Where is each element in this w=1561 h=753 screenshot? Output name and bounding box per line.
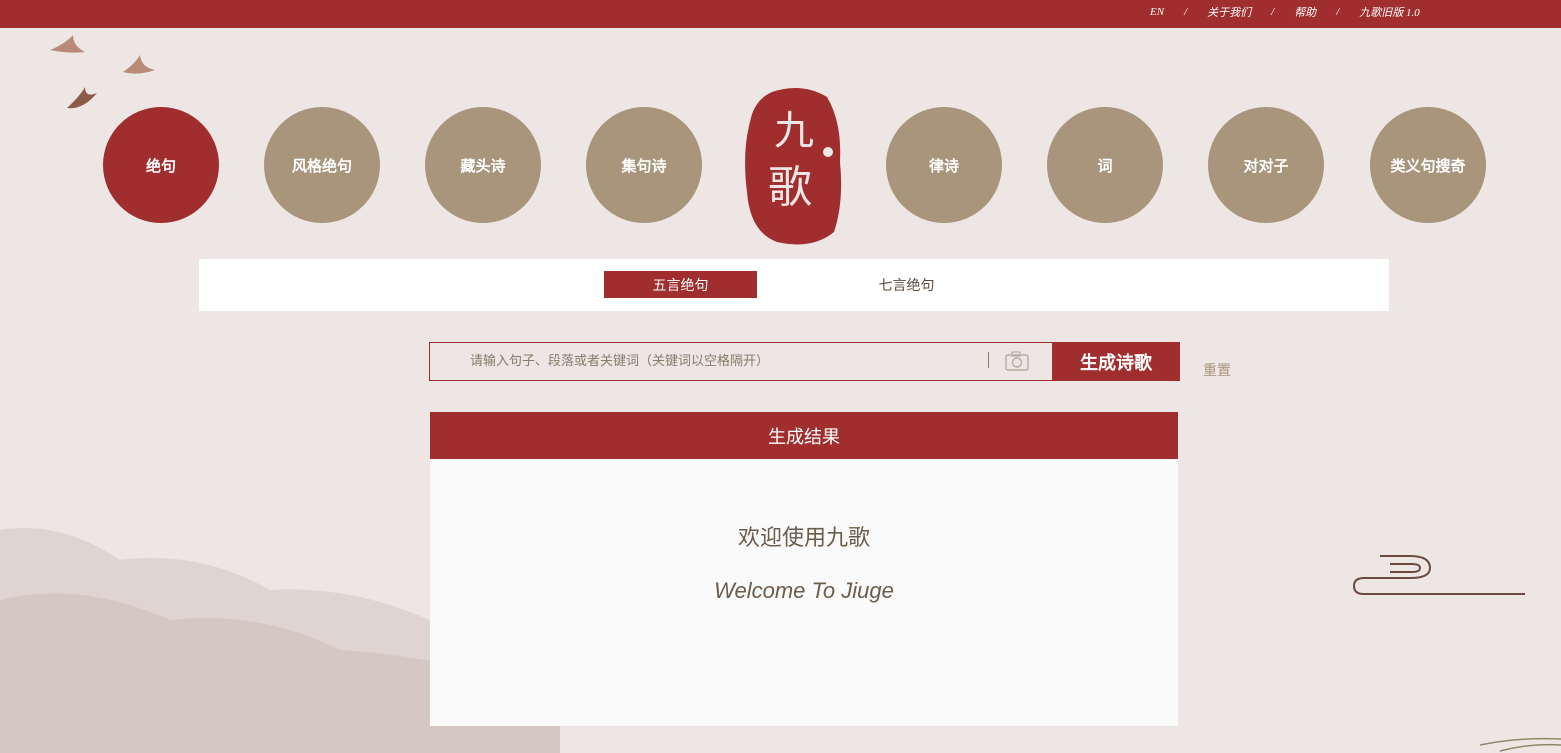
category-label: 律诗 [928,156,959,175]
category-lushi[interactable]: 律诗 [886,107,1002,223]
welcome-text-en: Welcome To Jiuge [714,578,894,603]
category-label: 词 [1097,156,1113,175]
jiuge-logo[interactable]: 九 歌 [742,82,846,247]
category-acrostic[interactable]: 藏头诗 [425,107,541,223]
category-couplet[interactable]: 对对子 [1208,107,1324,223]
about-us-link[interactable]: 关于我们 [1207,4,1251,20]
category-style-jueju[interactable]: 风格绝句 [264,107,380,223]
category-label: 对对子 [1243,156,1289,175]
subtab-bar: 五言绝句 七言绝句 [199,259,1389,311]
cloud-swirl-decoration [1352,555,1525,595]
welcome-text-cn: 欢迎使用九歌 [737,526,870,551]
keyword-input[interactable] [430,343,985,380]
result-header: 生成结果 [430,412,1178,459]
category-collection[interactable]: 集句诗 [586,107,702,223]
category-label: 绝句 [145,156,176,175]
category-similar-search[interactable]: 类义句搜奇 [1370,107,1486,223]
help-link[interactable]: 帮助 [1294,4,1316,20]
category-label: 集句诗 [621,156,667,175]
category-ci[interactable]: 词 [1047,107,1163,223]
birds-decoration [50,35,155,109]
category-jueju[interactable]: 绝句 [103,107,219,223]
search-box [429,342,1053,381]
category-label: 风格绝句 [291,156,352,175]
tab-five-char-jueju[interactable]: 五言绝句 [604,271,757,298]
input-divider [988,352,989,368]
top-nav: EN / 关于我们 / 帮助 / 九歌旧版 1.0 [1150,4,1420,20]
nav-separator: / [1184,6,1188,18]
generate-poem-button[interactable]: 生成诗歌 [1052,342,1180,381]
logo-char-jiu: 九 [774,108,814,154]
camera-icon[interactable] [1005,351,1029,371]
reset-link[interactable]: 重置 [1203,360,1231,380]
logo-char-ge: 歌 [768,162,812,213]
language-en-link[interactable]: EN [1150,6,1164,18]
category-label: 藏头诗 [460,156,506,175]
old-version-link[interactable]: 九歌旧版 1.0 [1359,4,1420,20]
category-label: 类义句搜奇 [1390,156,1466,175]
tab-seven-char-jueju[interactable]: 七言绝句 [830,271,983,298]
nav-separator: / [1336,6,1340,18]
result-panel: 生成结果 欢迎使用九歌 Welcome To Jiuge [430,412,1178,726]
grass-decoration [1480,737,1561,752]
nav-separator: / [1271,6,1275,18]
